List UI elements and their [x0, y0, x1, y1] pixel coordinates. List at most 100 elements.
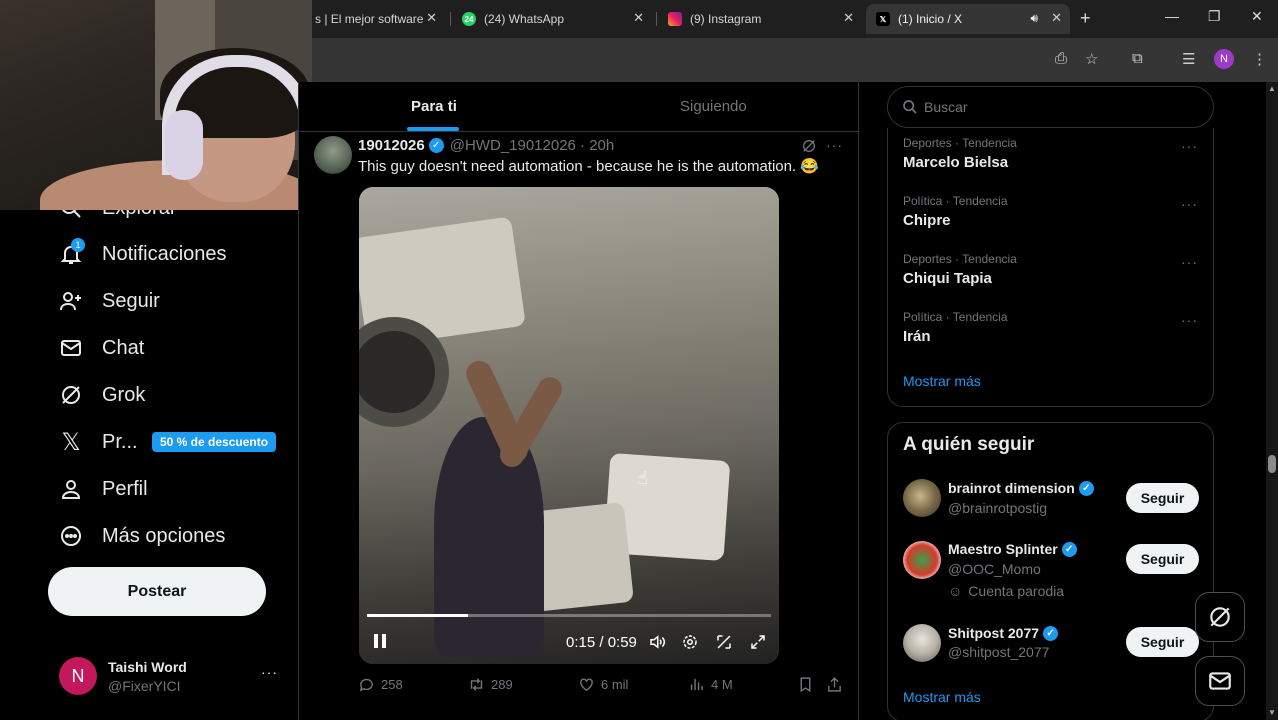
reply-action[interactable]: 258: [358, 676, 403, 693]
trend-name: Marcelo Bielsa: [903, 154, 1009, 171]
close-icon[interactable]: ✕: [843, 10, 854, 26]
follow-suggestion-name[interactable]: Maestro Splinter ✓: [948, 541, 1077, 557]
webcam-overlay: [0, 0, 312, 210]
nav-profile[interactable]: Perfil: [58, 473, 148, 505]
volume-icon[interactable]: [648, 633, 666, 656]
nav-label: Más opciones: [102, 524, 226, 547]
tweet-author-name[interactable]: 19012026: [358, 137, 425, 154]
verified-badge-icon: ✓: [1078, 480, 1094, 496]
picture-in-picture-icon[interactable]: [715, 633, 733, 656]
video-progress-fill: [367, 614, 468, 617]
avatar[interactable]: [903, 479, 941, 517]
window-close-icon[interactable]: ✕: [1251, 8, 1263, 25]
tweet-author-avatar[interactable]: [314, 136, 352, 174]
close-icon[interactable]: ✕: [633, 10, 644, 26]
who-to-follow-show-more-link[interactable]: Mostrar más: [903, 689, 981, 705]
avatar[interactable]: [903, 624, 941, 662]
settings-gear-icon[interactable]: [681, 633, 699, 656]
grok-icon: [58, 382, 84, 408]
browser-profile-avatar[interactable]: N: [1214, 49, 1234, 69]
tab-whatsapp[interactable]: 24 (24) WhatsApp ✕: [452, 4, 652, 34]
premium-discount-badge[interactable]: 50 % de descuento: [152, 432, 277, 452]
account-name: Taishi Word: [108, 659, 187, 675]
grok-fab[interactable]: [1195, 592, 1245, 642]
browser-menu-icon[interactable]: ⋮: [1252, 50, 1267, 68]
search-placeholder: Buscar: [924, 99, 968, 115]
views-action[interactable]: 4 M: [688, 676, 733, 693]
pause-icon[interactable]: [372, 633, 388, 654]
tweet-video[interactable]: 0:15 / 0:59: [359, 187, 779, 664]
page-scrollbar[interactable]: ▲ ▼: [1266, 82, 1278, 720]
speaker-icon[interactable]: 🔊︎: [1030, 11, 1038, 26]
trends-show-more-link[interactable]: Mostrar más: [903, 373, 981, 389]
parody-text: Cuenta parodia: [968, 583, 1065, 599]
trend-category: Deportes · Tendencia: [903, 252, 1017, 266]
more-dots-icon: ···: [261, 664, 278, 680]
video-progress-bar[interactable]: [367, 614, 771, 617]
who-to-follow-title: A quién seguir: [903, 434, 1035, 455]
bookmark-icon[interactable]: [797, 676, 814, 698]
user-icon: [58, 476, 84, 502]
nav-chat[interactable]: Chat: [58, 332, 144, 364]
tab-instagram[interactable]: (9) Instagram ✕: [658, 4, 862, 34]
grok-icon[interactable]: [801, 138, 817, 159]
heart-icon: [580, 678, 593, 692]
fullscreen-icon[interactable]: [749, 633, 767, 656]
maximize-icon[interactable]: ❐: [1208, 8, 1221, 25]
close-icon[interactable]: ✕: [426, 10, 437, 26]
follow-button[interactable]: Seguir: [1126, 627, 1199, 657]
tweet-handle-time[interactable]: @HWD_19012026 · 20h: [450, 137, 615, 154]
nav-label: Seguir: [102, 289, 160, 312]
share-icon[interactable]: [826, 676, 843, 698]
media-control-icon[interactable]: ☰: [1182, 50, 1195, 68]
post-button[interactable]: Postear: [48, 567, 266, 616]
repost-action[interactable]: 289: [468, 676, 513, 693]
follow-suggestion-name[interactable]: brainrot dimension ✓: [948, 480, 1094, 496]
more-dots-icon[interactable]: ···: [1181, 312, 1198, 328]
follow-button[interactable]: Seguir: [1126, 544, 1199, 574]
avatar[interactable]: [903, 541, 941, 579]
views-chart-icon: [690, 678, 703, 691]
tab-label: (9) Instagram: [690, 12, 762, 26]
extensions-icon[interactable]: ⧉: [1132, 50, 1143, 67]
more-circle-icon: [58, 523, 84, 549]
instagram-icon: [668, 12, 682, 26]
bookmark-star-icon[interactable]: ☆: [1085, 50, 1098, 68]
like-action[interactable]: 6 mil: [578, 676, 628, 693]
follow-button[interactable]: Seguir: [1126, 483, 1199, 513]
tab-following[interactable]: Siguiendo: [680, 98, 747, 115]
search-input[interactable]: Buscar: [887, 86, 1214, 128]
scrollbar-thumb[interactable]: [1268, 455, 1276, 473]
new-tab-icon[interactable]: +: [1080, 8, 1091, 29]
x-logo-icon: 𝕏: [61, 428, 81, 456]
tab-x-home[interactable]: 𝕏 (1) Inicio / X 🔊︎ ✕: [866, 4, 1070, 34]
parody-label: ☺ Cuenta parodia: [948, 583, 1064, 599]
tweet-header: 19012026 ✓ @HWD_19012026 · 20h: [358, 137, 614, 154]
views-count: 4 M: [711, 677, 733, 692]
account-switcher[interactable]: N Taishi Word @FixerYICI ···: [50, 650, 290, 704]
scroll-down-icon[interactable]: ▼: [1268, 708, 1276, 717]
more-dots-icon[interactable]: ···: [826, 137, 843, 153]
more-dots-icon[interactable]: ···: [1181, 196, 1198, 212]
trend-category: Deportes · Tendencia: [903, 136, 1017, 150]
more-dots-icon[interactable]: ···: [1181, 138, 1198, 154]
minimize-icon[interactable]: —: [1165, 8, 1179, 24]
trend-category: Política · Tendencia: [903, 310, 1008, 324]
video-time: 0:15 / 0:59: [566, 634, 637, 651]
repost-count: 289: [491, 677, 513, 692]
nav-label: Chat: [102, 336, 145, 359]
follow-suggestion-name[interactable]: Shitpost 2077 ✓: [948, 625, 1059, 641]
scroll-up-icon[interactable]: ▲: [1268, 84, 1276, 93]
close-icon[interactable]: ✕: [1051, 10, 1062, 26]
tab-software[interactable]: s | El mejor software ✕: [305, 4, 445, 34]
nav-follow[interactable]: Seguir: [58, 285, 160, 317]
tab-for-you[interactable]: Para ti: [411, 98, 457, 115]
messages-fab[interactable]: [1195, 656, 1245, 706]
tab-label: (1) Inicio / X: [898, 12, 963, 26]
nav-grok[interactable]: Grok: [58, 379, 145, 411]
mail-icon: [58, 335, 84, 361]
nav-more-options[interactable]: Más opciones: [58, 520, 225, 552]
more-dots-icon[interactable]: ···: [1181, 254, 1198, 270]
nav-premium[interactable]: 𝕏 Pr...: [58, 426, 137, 458]
install-app-icon[interactable]: ⎙: [1055, 50, 1067, 67]
